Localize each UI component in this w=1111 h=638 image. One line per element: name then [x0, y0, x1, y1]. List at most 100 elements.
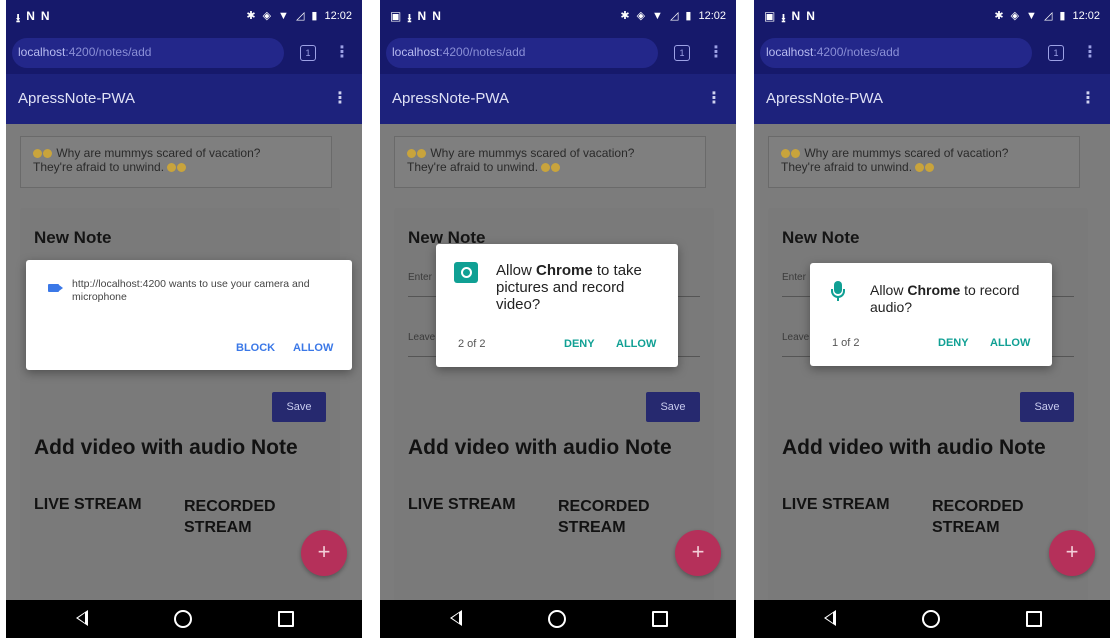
recorded-stream-label[interactable]: RECORDED STREAM [932, 496, 1024, 538]
emoji-icon [781, 149, 790, 158]
permission-message: Allow Chrome to record audio? [870, 282, 1020, 315]
notification-icons: ▣ ⭳ N N [390, 9, 441, 30]
browser-menu-icon[interactable]: ⋮ [1082, 42, 1098, 62]
browser-toolbar: localhost:4200/notes/add 1 ⋮ [6, 34, 362, 74]
browser-menu-icon[interactable]: ⋮ [708, 42, 724, 62]
tab-switcher-button[interactable]: 1 [1048, 45, 1064, 61]
back-icon[interactable] [824, 610, 836, 626]
microphone-stem [837, 296, 839, 301]
live-stream-label[interactable]: LIVE STREAM [408, 496, 516, 514]
joke-banner: Why are mummys scared of vacation? They'… [394, 136, 706, 188]
status-bar: ⭳ N N ✱ ◈ ▼ ◿ ▮ 12:02 [6, 0, 362, 34]
signal-icon: ◿ [1043, 10, 1053, 22]
wifi-icon: ▼ [278, 9, 289, 22]
back-icon[interactable] [450, 610, 462, 626]
permission-message: http://localhost:4200 wants to use your … [72, 278, 310, 303]
browser-menu-icon[interactable]: ⋮ [334, 42, 350, 62]
url-text[interactable]: localhost:4200/notes/add [766, 45, 899, 59]
allow-button[interactable]: ALLOW [616, 338, 656, 350]
vibrate-icon: ◈ [1010, 10, 1020, 22]
address-bar[interactable]: localhost:4200/notes/add [760, 38, 1032, 68]
deny-button[interactable]: DENY [564, 338, 595, 350]
back-icon[interactable] [76, 610, 88, 626]
permission-dialog: http://localhost:4200 wants to use your … [26, 260, 352, 370]
app-title: ApressNote-PWA [18, 90, 135, 107]
app-menu-icon[interactable]: ⋮ [332, 88, 348, 108]
n-icon: N [26, 9, 35, 23]
emoji-icon [925, 163, 935, 172]
navigation-bar [6, 600, 362, 638]
address-bar[interactable]: localhost:4200/notes/add [12, 38, 284, 68]
status-bar: ▣ ⭳ N N ✱ ◈ ▼ ◿ ▮ 12:02 [380, 0, 736, 34]
add-fab-button[interactable]: + [301, 530, 347, 576]
microphone-permission-dialog: Allow Chrome to record audio? 1 of 2 DEN… [810, 263, 1052, 366]
bluetooth-icon: ✱ [994, 10, 1004, 22]
add-video-heading: Add video with audio Note [34, 436, 298, 459]
permission-counter: 2 of 2 [458, 338, 486, 350]
vibrate-icon: ◈ [262, 10, 272, 22]
tab-switcher-button[interactable]: 1 [300, 45, 316, 61]
allow-button[interactable]: ALLOW [990, 337, 1030, 349]
app-menu-icon[interactable]: ⋮ [1080, 88, 1096, 108]
n-icon: N [432, 9, 441, 23]
save-button[interactable]: Save [1020, 392, 1074, 422]
address-bar[interactable]: localhost:4200/notes/add [386, 38, 658, 68]
system-icons: ✱ ◈ ▼ ◿ ▮ 12:02 [620, 9, 726, 23]
battery-icon: ▮ [685, 10, 692, 22]
download-icon: ⭳ [16, 11, 21, 25]
phone-screen-2: ▣ ⭳ N N ✱ ◈ ▼ ◿ ▮ 12:02 localhost:4200/notes/ad… [380, 0, 736, 638]
joke-banner: Why are mummys scared of vacation? They'… [768, 136, 1080, 188]
emoji-icon [791, 149, 800, 158]
clock: 12:02 [324, 9, 352, 22]
home-icon[interactable] [174, 610, 192, 628]
battery-icon: ▮ [311, 10, 318, 22]
tab-switcher-button[interactable]: 1 [674, 45, 690, 61]
block-button[interactable]: BLOCK [236, 342, 275, 354]
image-icon: ▣ [390, 9, 402, 23]
clock: 12:02 [1072, 9, 1100, 22]
recents-icon[interactable] [278, 611, 294, 627]
phone-screen-3: ▣ ⭳ N N ✱ ◈ ▼ ◿ ▮ 12:02 localhost:4200/notes/ad… [754, 0, 1110, 638]
navigation-bar [380, 600, 736, 638]
phone-screen-1: ⭳ N N ✱ ◈ ▼ ◿ ▮ 12:02 localhost:4200/notes/add… [6, 0, 362, 638]
add-fab-button[interactable]: + [1049, 530, 1095, 576]
n-icon: N [417, 9, 427, 23]
recents-icon[interactable] [1026, 611, 1042, 627]
recents-icon[interactable] [652, 611, 668, 627]
signal-icon: ◿ [295, 10, 305, 22]
live-stream-label[interactable]: LIVE STREAM [34, 496, 142, 514]
url-text[interactable]: localhost:4200/notes/add [392, 45, 525, 59]
wifi-icon: ▼ [652, 9, 663, 22]
emoji-icon [407, 149, 416, 158]
save-button[interactable]: Save [272, 392, 326, 422]
battery-icon: ▮ [1059, 10, 1066, 22]
emoji-icon [915, 163, 925, 172]
emoji-icon [541, 163, 551, 172]
permission-message: Allow Chrome to take pictures and record… [496, 262, 642, 313]
navigation-bar [754, 600, 1110, 638]
system-icons: ✱ ◈ ▼ ◿ ▮ 12:02 [246, 9, 352, 23]
recorded-stream-label[interactable]: RECORDED STREAM [558, 496, 650, 538]
allow-button[interactable]: ALLOW [293, 342, 333, 354]
save-button[interactable]: Save [646, 392, 700, 422]
home-icon[interactable] [548, 610, 566, 628]
new-note-heading: New Note [782, 228, 860, 247]
deny-button[interactable]: DENY [938, 337, 969, 349]
add-video-heading: Add video with audio Note [782, 436, 1046, 459]
home-icon[interactable] [922, 610, 940, 628]
add-fab-button[interactable]: + [675, 530, 721, 576]
notification-icons: ▣ ⭳ N N [764, 9, 815, 30]
browser-toolbar: localhost:4200/notes/add 1 ⋮ [380, 34, 736, 74]
bluetooth-icon: ✱ [246, 10, 256, 22]
camera-permission-dialog: Allow Chrome to take pictures and record… [436, 244, 678, 367]
live-stream-label[interactable]: LIVE STREAM [782, 496, 890, 514]
microphone-icon [831, 281, 845, 298]
recorded-stream-label[interactable]: RECORDED STREAM [184, 496, 276, 538]
app-title: ApressNote-PWA [766, 90, 883, 107]
url-text[interactable]: localhost:4200/notes/add [18, 45, 151, 59]
n-icon: N [40, 9, 50, 23]
app-menu-icon[interactable]: ⋮ [706, 88, 722, 108]
permission-counter: 1 of 2 [832, 337, 860, 349]
download-icon: ⭳ [781, 11, 786, 25]
n-icon: N [791, 9, 801, 23]
